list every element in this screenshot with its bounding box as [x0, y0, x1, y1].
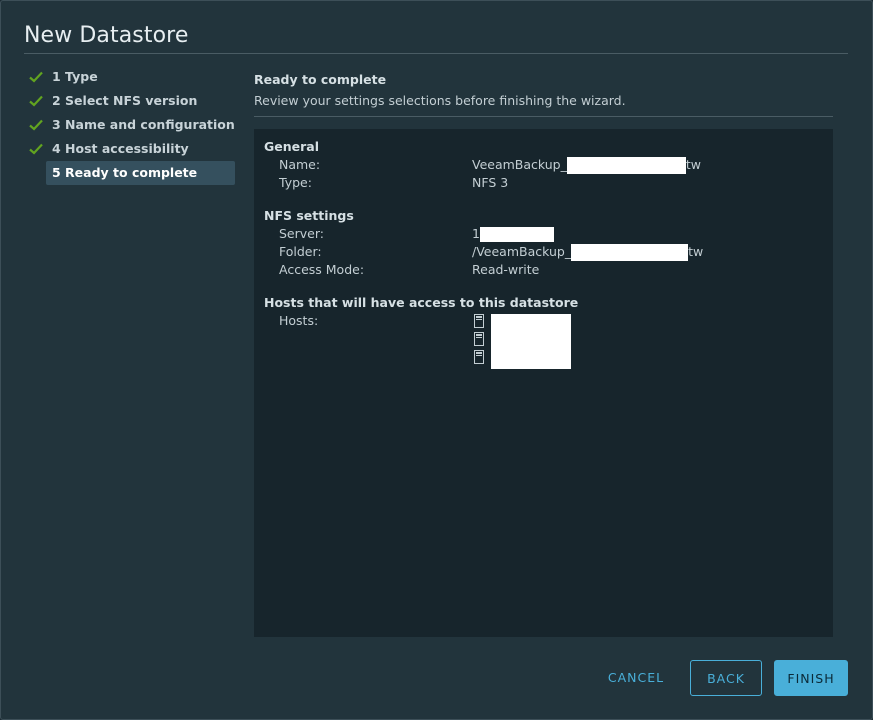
checkmark-icon: [29, 119, 43, 131]
name-suffix: tw: [685, 157, 701, 172]
nfs-section-title: NFS settings: [264, 208, 354, 223]
folder-suffix: tw: [688, 244, 704, 259]
name-label: Name:: [279, 157, 321, 172]
summary-panel: General Name: VeeamBackup_ tw Type: NFS 3…: [254, 129, 833, 637]
wizard-step-label: 2 Select NFS version: [52, 93, 198, 108]
host-icon: [474, 314, 484, 328]
hosts-label: Hosts:: [279, 313, 319, 328]
cancel-button[interactable]: CANCEL: [600, 660, 672, 696]
step-header: Ready to complete Review your settings s…: [254, 71, 833, 117]
folder-value: /VeeamBackup_ tw: [472, 244, 703, 261]
redacted-block: [491, 314, 571, 369]
wizard-step-label: 5 Ready to complete: [52, 165, 198, 180]
folder-prefix: /VeeamBackup_: [472, 244, 572, 259]
finish-button[interactable]: FINISH: [774, 660, 848, 696]
access-mode-value: Read-write: [472, 262, 540, 277]
host-icon: [474, 332, 484, 346]
page-subheading: Review your settings selections before f…: [254, 93, 626, 108]
wizard-step-label: 4 Host accessibility: [52, 141, 189, 156]
name-prefix: VeeamBackup_: [472, 157, 567, 172]
access-mode-label: Access Mode:: [279, 262, 365, 277]
name-value: VeeamBackup_ tw: [472, 157, 701, 174]
wizard-steps: 1 Type 2 Select NFS version 3 Name and c…: [29, 65, 239, 185]
checkmark-icon: [29, 143, 43, 155]
wizard-step-host-accessibility[interactable]: 4 Host accessibility: [29, 137, 239, 161]
page-heading: Ready to complete: [254, 72, 387, 87]
server-value: 1: [472, 226, 554, 242]
title-divider: [24, 53, 848, 54]
server-label: Server:: [279, 226, 324, 241]
general-section-title: General: [264, 139, 319, 154]
checkmark-icon: [29, 95, 43, 107]
content-divider: [254, 116, 833, 117]
server-prefix: 1: [472, 226, 480, 241]
wizard-step-label: 3 Name and configuration: [52, 117, 235, 132]
wizard-step-label: 1 Type: [52, 69, 98, 84]
hosts-section-title: Hosts that will have access to this data…: [264, 295, 579, 310]
dialog-title: New Datastore: [24, 23, 189, 48]
redacted-block: [571, 244, 689, 261]
host-icon: [474, 350, 484, 364]
redacted-block: [566, 157, 686, 174]
back-button[interactable]: BACK: [690, 660, 762, 696]
wizard-step-name-and-configuration[interactable]: 3 Name and configuration: [29, 113, 239, 137]
type-value: NFS 3: [472, 175, 509, 190]
new-datastore-dialog: New Datastore 1 Type 2 Select NFS versio…: [0, 0, 873, 720]
wizard-step-ready-to-complete[interactable]: 5 Ready to complete: [46, 161, 235, 185]
type-label: Type:: [279, 175, 312, 190]
checkmark-icon: [29, 71, 43, 83]
wizard-step-select-nfs-version[interactable]: 2 Select NFS version: [29, 89, 239, 113]
folder-label: Folder:: [279, 244, 322, 259]
redacted-block: [479, 227, 554, 242]
wizard-step-type[interactable]: 1 Type: [29, 65, 239, 89]
